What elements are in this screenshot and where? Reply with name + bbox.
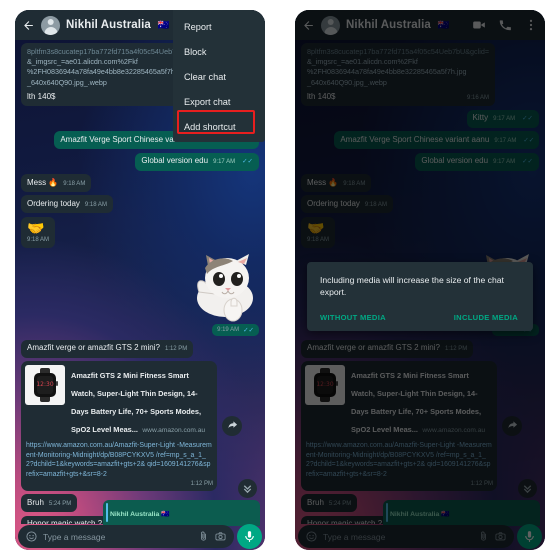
cat-thumbs-up-sticker[interactable]: [181, 252, 259, 322]
message-text: Global version edu: [141, 156, 209, 166]
camera-icon[interactable]: [215, 531, 226, 542]
sticker-row: [21, 252, 259, 322]
message-text: Amazfit verge or amazfit GTS 2 mini?: [27, 343, 160, 353]
back-arrow-icon[interactable]: [22, 19, 35, 32]
export-chat-dialog: Including media will increase the size o…: [307, 262, 533, 331]
microphone-icon[interactable]: [237, 524, 262, 549]
double-chevron-down-icon[interactable]: [238, 479, 257, 498]
link-url-1: https://www.amazon.com.au/Amazfit-Super-…: [26, 442, 175, 450]
url-caption: lth 140$: [27, 91, 56, 101]
reply-preview[interactable]: Nikhil Australia 🇦🇺: [103, 500, 260, 526]
emoji-icon[interactable]: [26, 531, 37, 542]
message-bubble[interactable]: Global version edu 9:17 AM ✓✓: [135, 152, 259, 171]
menu-item-report[interactable]: Report: [173, 14, 265, 39]
message-input-field[interactable]: Type a message: [18, 525, 234, 548]
flag-emoji: 🇦🇺: [157, 19, 170, 31]
message-time: 9:18 AM: [84, 201, 107, 208]
sticker-meta: 9:19 AM ✓✓: [21, 323, 259, 336]
message-row: Global version edu 9:17 AM ✓✓: [21, 152, 259, 171]
url-line-2: &_imgsrc_=ae01.alicdn.com%2Fkf: [27, 57, 138, 67]
message-bubble[interactable]: Amazfit verge or amazfit GTS 2 mini? 1:1…: [21, 339, 194, 358]
menu-item-block[interactable]: Block: [173, 39, 265, 64]
highlight-box: [177, 110, 255, 134]
search-input[interactable]: Type a message: [43, 532, 192, 542]
message-time: 5:24 PM: [48, 500, 72, 507]
message-time: 1:12 PM: [190, 480, 213, 487]
message-text: Mess 🔥: [27, 177, 59, 187]
message-bubble[interactable]: Mess 🔥 9:18 AM: [21, 174, 92, 192]
forward-icon[interactable]: [222, 415, 242, 436]
message-time: 1:12 PM: [164, 346, 188, 353]
without-media-button[interactable]: WITHOUT MEDIA: [320, 313, 386, 322]
message-time: 9:17 AM: [213, 159, 236, 166]
attachment-clip-icon[interactable]: [198, 531, 209, 542]
url-line-4: _640x640Q90.jpg_.webp: [27, 77, 107, 87]
message-bubble[interactable]: Bruh 5:24 PM: [21, 494, 78, 513]
read-receipt-icon: ✓✓: [243, 326, 254, 334]
reply-contact-name: Nikhil Australia 🇦🇺: [110, 511, 170, 518]
page-title: Nikhil Australia: [66, 19, 151, 31]
include-media-button[interactable]: INCLUDE MEDIA: [454, 313, 518, 322]
svg-text:12:30: 12:30: [36, 381, 53, 388]
message-time: 9:18 AM: [27, 237, 50, 244]
message-time: 9:19 AM: [217, 326, 240, 333]
message-row: Ordering today 9:18 AM: [21, 195, 259, 214]
message-bubble[interactable]: Ordering today 9:18 AM: [21, 195, 113, 214]
link-preview-card[interactable]: 12:30 Amazfit GTS 2 Mini Fitness Smart W…: [21, 361, 217, 491]
url-line-3: %2FH0836944a78fa49e4bb8e32285465a5f7h.jp…: [27, 67, 187, 77]
link-preview-domain: www.amazon.com.au: [142, 427, 206, 435]
link-preview-title: Amazfit GTS 2 Mini Fitness Smart Watch, …: [71, 371, 201, 435]
message-text: Bruh: [27, 497, 44, 507]
dialog-message: Including media will increase the size o…: [320, 275, 504, 298]
smartwatch-thumbnail: 12:30: [25, 365, 65, 406]
message-text: Ordering today: [27, 198, 80, 208]
message-row: 12:30 Amazfit GTS 2 Mini Fitness Smart W…: [21, 361, 259, 491]
message-row: 🤝 9:18 AM: [21, 216, 259, 249]
message-time: 9:18 AM: [63, 180, 86, 187]
menu-item-clear-chat[interactable]: Clear chat: [173, 64, 265, 89]
phone-screen-right: Nikhil Australia 🇦🇺 8pltfm3s8cucatep17ba…: [295, 10, 545, 550]
read-receipt-icon: ✓✓: [242, 158, 253, 166]
avatar[interactable]: [41, 15, 60, 35]
overflow-menu[interactable]: Report Block Clear chat Export chat Add …: [173, 10, 265, 142]
message-input-bar: Type a message: [15, 524, 265, 550]
emoji-message-bubble[interactable]: 🤝 9:18 AM: [21, 216, 56, 249]
message-row: Mess 🔥 9:18 AM: [21, 174, 259, 192]
phone-screen-left: Nikhil Australia 🇦🇺 8pltfm3s8cucatep17ba…: [15, 10, 265, 550]
handshake-emoji: 🤝: [27, 219, 45, 236]
screenshot-stage: Nikhil Australia 🇦🇺 8pltfm3s8cucatep17ba…: [0, 0, 560, 560]
message-row: Amazfit verge or amazfit GTS 2 mini? 1:1…: [21, 339, 259, 358]
